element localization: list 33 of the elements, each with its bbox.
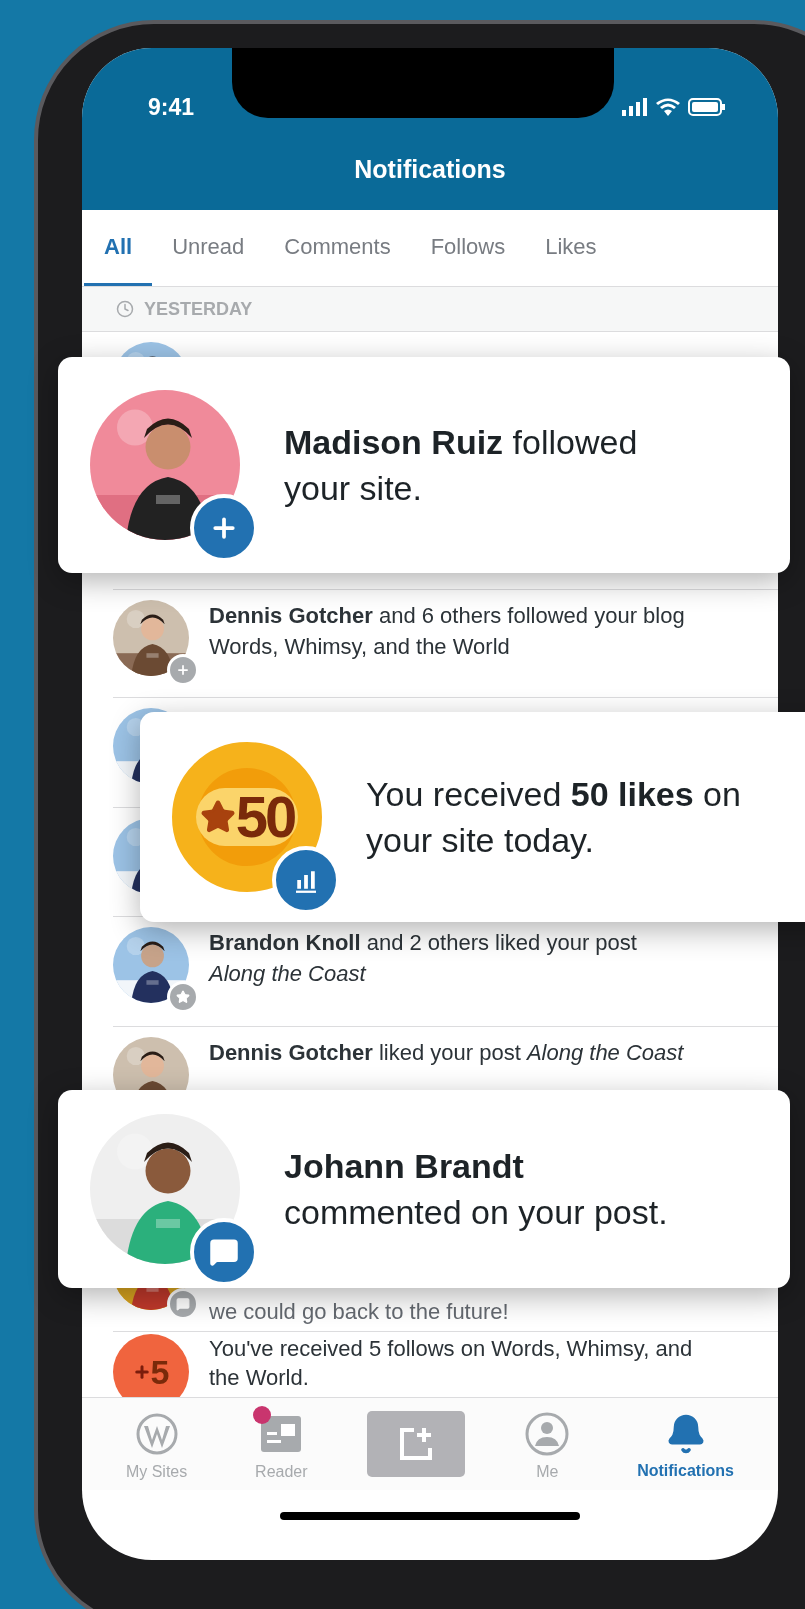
clock-icon: [116, 300, 134, 318]
user-icon: [525, 1412, 570, 1456]
section-label: YESTERDAY: [144, 297, 253, 321]
tab-bar-item[interactable]: Notifications: [629, 1405, 742, 1483]
star-icon: [176, 990, 190, 1004]
highlight-text: Madison Ruiz followed your site.: [284, 422, 639, 509]
battery-icon: [688, 98, 726, 117]
wordpress-logo-icon: [134, 1412, 179, 1456]
notification-text: Dennis Gotcher liked your post Along the Coast: [209, 1039, 684, 1067]
tab-bar-item[interactable]: My Sites: [117, 1404, 196, 1484]
new-post-button[interactable]: [367, 1411, 466, 1477]
tab-bar-item[interactable]: Reader: [247, 1404, 316, 1484]
filter-tab[interactable]: Likes: [525, 210, 617, 286]
notification-text: we could go back to the future!: [209, 1298, 509, 1326]
screen-title: Notifications: [354, 153, 506, 185]
filter-tab[interactable]: Follows: [410, 210, 526, 286]
milestone-count: 50: [235, 788, 295, 846]
filter-tab[interactable]: Comments: [264, 210, 411, 286]
highlight-text: Johann Brandt commented on your post.: [284, 1146, 669, 1233]
plus-icon: [132, 1363, 151, 1381]
tab-bar-item[interactable]: Me: [517, 1404, 578, 1484]
milestone-count: 5: [150, 1355, 170, 1389]
clock-time: 9:41: [148, 93, 195, 122]
notification-text: Dennis Gotcher and 6 others followed your blog Words, Whimsy, and the World: [209, 602, 686, 661]
plus-icon: [176, 663, 190, 677]
filter-tab[interactable]: Unread: [152, 210, 265, 286]
notification-text: You've received 5 follows on Words, Whimsy, and the World.: [209, 1335, 694, 1392]
signal-icon: [622, 98, 648, 117]
notification-text: Brandon Knoll and 2 others liked your post Along the Coast: [209, 929, 638, 988]
star-icon: [199, 799, 236, 835]
comment-icon: [176, 1297, 190, 1311]
wifi-icon: [656, 98, 680, 117]
highlight-text: You received 50 likes on your site today.: [366, 774, 742, 861]
